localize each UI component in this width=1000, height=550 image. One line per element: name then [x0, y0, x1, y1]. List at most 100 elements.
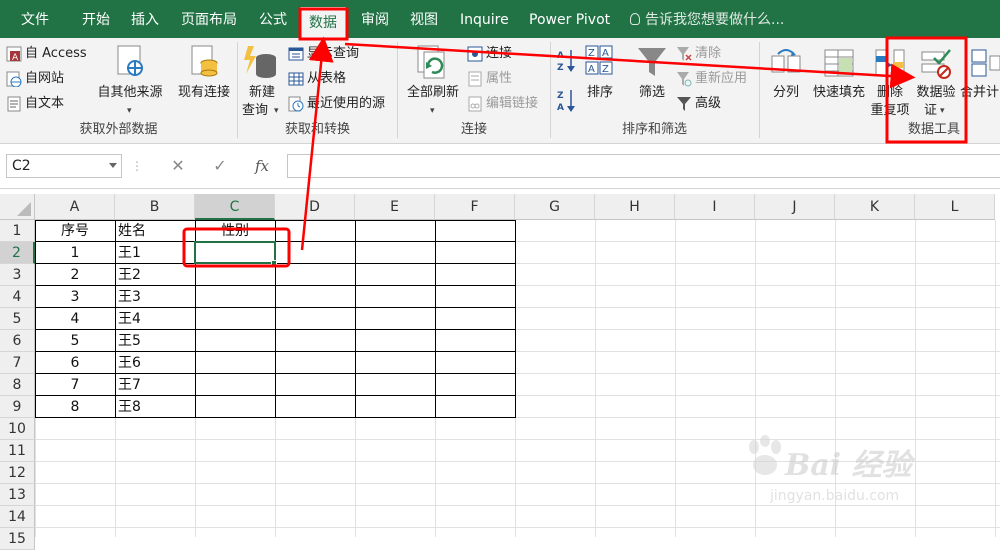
consolidate-label: 合并计: [960, 85, 1000, 100]
new-query-button[interactable]: 新建 查询 ▾: [240, 42, 284, 118]
sort-az-icon: AZ: [557, 50, 575, 73]
tab-page-layout[interactable]: 页面布局: [181, 0, 237, 38]
chevron-down-icon: ▾: [127, 106, 132, 116]
formula-bar-grip-icon[interactable]: ⋮: [131, 154, 143, 178]
table-icon: [288, 71, 304, 87]
header-cell-b[interactable]: 姓名: [115, 220, 195, 242]
properties-button[interactable]: 属性: [467, 68, 512, 90]
cell-name[interactable]: 王2: [115, 264, 195, 286]
text-to-columns-button[interactable]: 分列: [764, 42, 808, 118]
svg-text:A: A: [557, 103, 564, 113]
edit-links-label: 编辑链接: [486, 96, 539, 111]
cell-name[interactable]: 王4: [115, 308, 195, 330]
cell-seq[interactable]: 5: [35, 330, 115, 352]
remove-duplicates-button[interactable]: 删除 重复项: [868, 42, 912, 118]
from-text-button[interactable]: 自文本: [6, 93, 64, 115]
svg-text:Z: Z: [557, 91, 564, 101]
name-box[interactable]: C2: [6, 154, 122, 178]
tab-home[interactable]: 开始: [82, 0, 110, 38]
data-validation-button[interactable]: 数据验 证 ▾: [912, 42, 960, 118]
existing-connections-button[interactable]: 现有连接: [172, 42, 236, 118]
filter-button[interactable]: 筛选: [630, 42, 674, 118]
svg-text:A: A: [557, 51, 564, 61]
cell-seq[interactable]: 8: [35, 396, 115, 418]
tab-review[interactable]: 审阅: [361, 0, 389, 38]
tab-formulas[interactable]: 公式: [259, 0, 287, 38]
cell-name[interactable]: 王5: [115, 330, 195, 352]
from-other-sources-button[interactable]: 自其他来源 ▾: [94, 42, 166, 118]
from-access-button[interactable]: A 自 Access: [6, 43, 87, 65]
name-box-value: C2: [12, 158, 31, 174]
text-file-icon: [6, 96, 22, 112]
cell-seq[interactable]: 2: [35, 264, 115, 286]
show-queries-button[interactable]: 显示查询: [288, 43, 359, 65]
fill-handle[interactable]: [271, 260, 277, 266]
lightbulb-icon: [630, 13, 640, 25]
tab-view[interactable]: 视图: [410, 0, 438, 38]
cell-seq[interactable]: 6: [35, 352, 115, 374]
reapply-icon: [676, 71, 692, 87]
reapply-button[interactable]: 重新应用: [676, 68, 747, 90]
tab-power-pivot[interactable]: Power Pivot: [529, 0, 610, 38]
cell-name[interactable]: 王8: [115, 396, 195, 418]
cell-seq[interactable]: 3: [35, 286, 115, 308]
refresh-all-button[interactable]: 全部刷新 ▾: [402, 42, 464, 118]
existing-connections-icon: [191, 45, 218, 77]
cell-seq[interactable]: 7: [35, 374, 115, 396]
remove-duplicates-label-line1: 删除: [876, 85, 903, 100]
advanced-filter-icon: [676, 96, 692, 112]
cell-seq[interactable]: 1: [35, 242, 115, 264]
consolidate-button[interactable]: 合并计: [960, 42, 1000, 118]
active-cell-border[interactable]: [194, 241, 276, 264]
remove-duplicates-icon: [875, 49, 905, 77]
flash-fill-label: 快速填充: [812, 85, 865, 100]
from-other-sources-label: 自其他来源: [97, 85, 163, 100]
sort-za-icon: ZA: [557, 90, 575, 113]
edit-links-button[interactable]: 编辑链接: [467, 93, 538, 115]
properties-icon: [467, 71, 483, 87]
recent-sources-icon: [288, 96, 304, 112]
advanced-filter-label: 高级: [695, 96, 722, 111]
connections-button[interactable]: 连接: [467, 43, 512, 65]
tab-data[interactable]: 数据: [300, 7, 346, 38]
group-label-get-transform: 获取和转换: [284, 122, 350, 137]
cell-name[interactable]: 王6: [115, 352, 195, 374]
watermark-url: jingyan.baidu.com: [770, 488, 900, 504]
cell-name[interactable]: 王1: [115, 242, 195, 264]
filter-label: 筛选: [638, 85, 665, 100]
cell-seq[interactable]: 4: [35, 308, 115, 330]
formula-input[interactable]: [287, 154, 1000, 178]
access-icon: A: [6, 46, 22, 63]
enter-icon[interactable]: ✓: [209, 154, 231, 178]
header-cell-a[interactable]: 序号: [35, 220, 115, 242]
tab-inquire[interactable]: Inquire: [460, 0, 509, 38]
svg-text:Z: Z: [602, 64, 609, 75]
advanced-filter-button[interactable]: 高级: [676, 93, 721, 115]
clear-filter-button[interactable]: 清除: [676, 43, 721, 65]
cancel-icon[interactable]: ✕: [167, 154, 189, 178]
data-validation-icon: [921, 49, 951, 79]
sort-button[interactable]: ZAAZ 排序: [580, 42, 620, 118]
sort-ascending-button[interactable]: AZ: [555, 46, 577, 76]
globe-icon: [6, 71, 22, 88]
filter-funnel-icon: [638, 48, 666, 76]
group-label-sort-filter: 排序和筛选: [621, 122, 687, 137]
from-table-button[interactable]: 从表格: [288, 68, 346, 90]
tab-insert[interactable]: 插入: [131, 0, 159, 38]
from-web-label: 自网站: [25, 71, 65, 86]
recent-sources-button[interactable]: 最近使用的源: [288, 93, 385, 115]
cell-name[interactable]: 王3: [115, 286, 195, 308]
connections-label: 连接: [486, 46, 513, 61]
insert-function-icon[interactable]: fx: [251, 154, 273, 178]
sort-dialog-icon: Z AA Z: [585, 45, 613, 75]
tell-me-box[interactable]: 告诉我您想要做什么...: [630, 0, 784, 38]
tab-file[interactable]: 文件: [21, 0, 49, 38]
chevron-down-icon: ▾: [274, 106, 279, 116]
cell-name[interactable]: 王7: [115, 374, 195, 396]
from-web-button[interactable]: 自网站: [6, 68, 64, 90]
header-cell-c[interactable]: 性别: [195, 220, 275, 242]
existing-connections-label: 现有连接: [177, 85, 230, 100]
sort-descending-button[interactable]: ZA: [555, 86, 577, 116]
flash-fill-button[interactable]: 快速填充: [808, 42, 870, 118]
chevron-down-icon[interactable]: [109, 163, 117, 168]
